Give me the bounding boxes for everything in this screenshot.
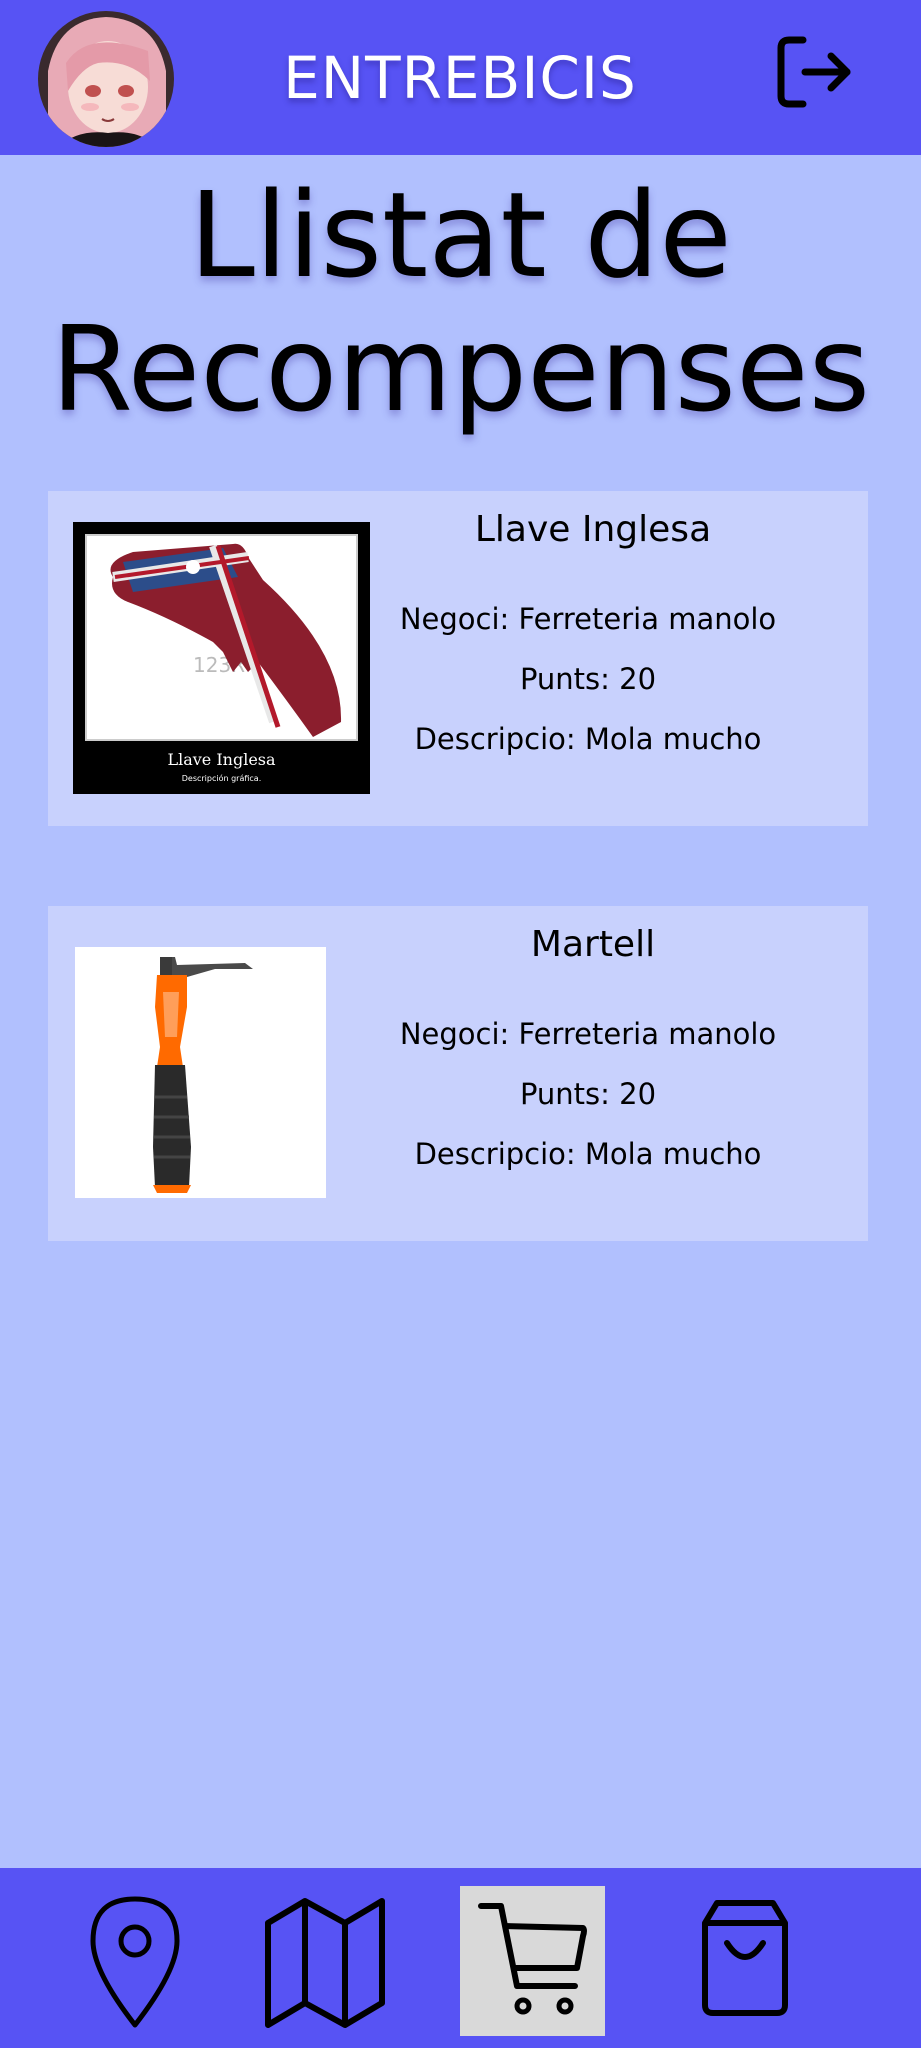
image-subcaption: Descripción gráfica. (181, 774, 262, 783)
nav-shop[interactable] (690, 1888, 800, 2028)
map-icon (265, 1898, 385, 2028)
cart-icon (477, 1903, 587, 2015)
reward-negoci: Negoci: Ferreteria manolo (399, 602, 777, 636)
logout-icon (777, 36, 851, 108)
reward-negoci: Negoci: Ferreteria manolo (399, 1017, 777, 1051)
page-title: Llistat de Recompenses (0, 168, 921, 436)
reward-name: Llave Inglesa (474, 509, 712, 550)
page-title-line-1: Llistat de (189, 166, 732, 304)
nav-location[interactable] (80, 1886, 190, 2036)
hammer-image (153, 957, 253, 1193)
shopping-bag-icon (702, 1900, 788, 2016)
location-pin-icon (90, 1896, 180, 2028)
reward-punts: Punts: 20 (519, 662, 657, 696)
page-title-line-2: Recompenses (50, 300, 871, 438)
reward-descripcio: Descripcio: Mola mucho (414, 722, 762, 756)
reward-name: Martell (530, 924, 656, 965)
nav-map[interactable] (260, 1893, 390, 2033)
reward-image: 123R Llave Inglesa Descripción gráfica. (73, 522, 370, 794)
bottom-navigation (0, 1868, 921, 2048)
nav-cart[interactable] (460, 1886, 605, 2036)
user-avatar[interactable] (38, 11, 174, 147)
image-caption: Llave Inglesa (167, 750, 276, 769)
avatar-image (38, 11, 174, 147)
reward-punts: Punts: 20 (519, 1077, 657, 1111)
reward-image (75, 947, 326, 1198)
top-bar: ENTREBICIS (0, 0, 921, 155)
reward-descripcio: Descripcio: Mola mucho (414, 1137, 762, 1171)
app-title: ENTREBICIS (283, 44, 637, 112)
reward-card[interactable]: Martell Negoci: Ferreteria manolo Punts:… (48, 906, 868, 1241)
logout-button[interactable] (775, 34, 855, 110)
reward-card[interactable]: 123R Llave Inglesa Descripción gráfica. … (48, 491, 868, 826)
